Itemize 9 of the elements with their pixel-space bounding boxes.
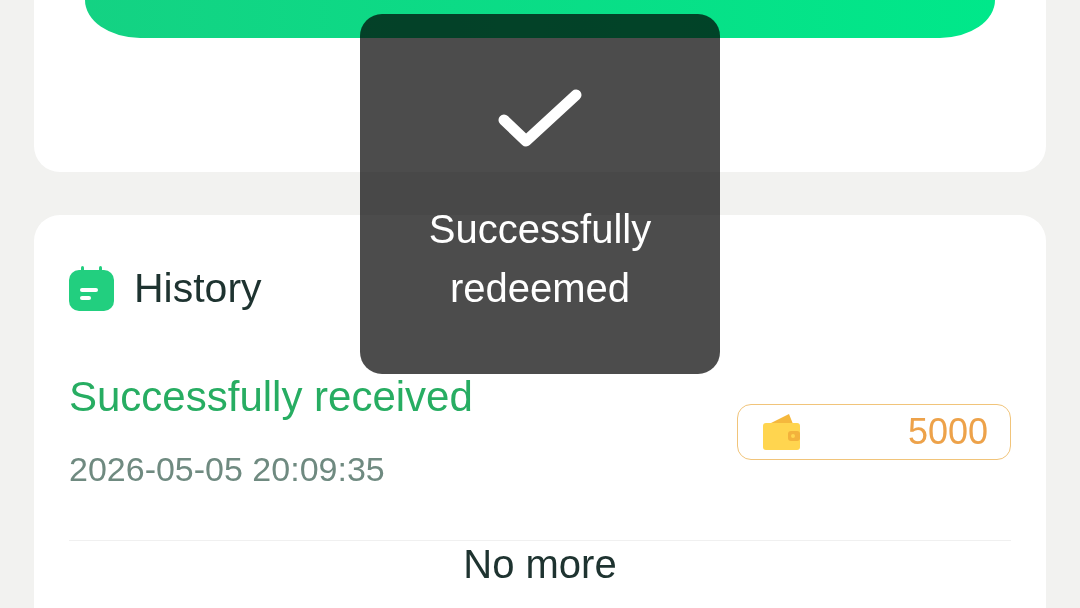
amount-value: 5000 [907, 409, 988, 454]
record-status: Successfully received [69, 372, 473, 422]
check-icon [498, 88, 582, 148]
history-title: History [134, 266, 262, 311]
record-time: 2026-05-05 20:09:35 [69, 449, 386, 490]
calendar-icon [69, 266, 114, 311]
wallet-icon [763, 413, 800, 450]
no-more-label: No more [463, 541, 617, 587]
toast-message: Successfully redeemed [427, 206, 653, 312]
